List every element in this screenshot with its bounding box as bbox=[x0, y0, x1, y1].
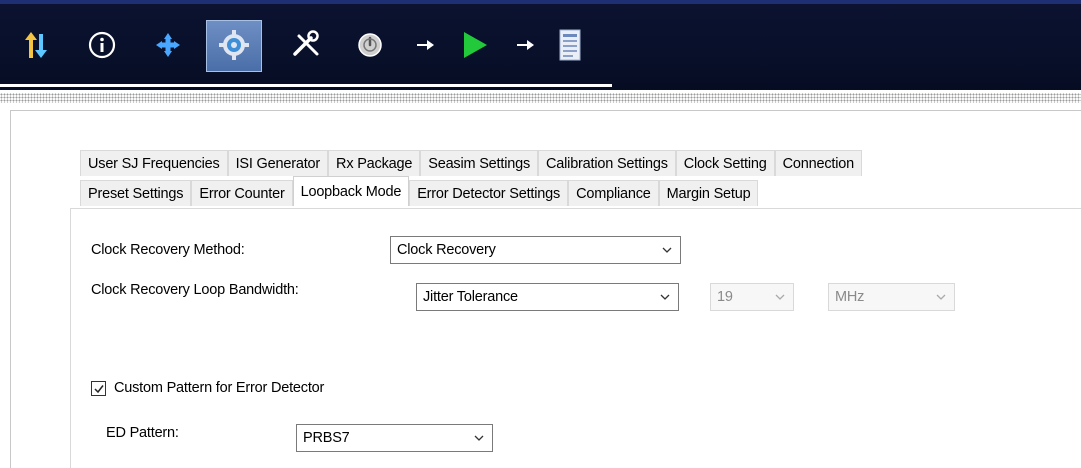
tab-row-2: Preset Settings Error Counter Loopback M… bbox=[80, 176, 759, 206]
tab-error-counter[interactable]: Error Counter bbox=[191, 180, 293, 206]
tab-compliance[interactable]: Compliance bbox=[568, 180, 659, 206]
move-icon[interactable] bbox=[146, 20, 190, 70]
power-icon[interactable] bbox=[350, 20, 390, 70]
play-icon[interactable] bbox=[452, 20, 496, 70]
toolbar-underline bbox=[0, 84, 612, 87]
ed-pattern-value: PRBS7 bbox=[303, 430, 350, 446]
toolbar-top-strip bbox=[0, 0, 1081, 4]
tab-loopback-mode[interactable]: Loopback Mode bbox=[292, 176, 410, 206]
chevron-down-icon bbox=[662, 247, 672, 253]
report-icon[interactable] bbox=[552, 20, 588, 70]
ed-pattern-select[interactable]: PRBS7 bbox=[296, 424, 493, 452]
loop-bandwidth-value: Jitter Tolerance bbox=[423, 289, 518, 305]
custom-pattern-label[interactable]: Custom Pattern for Error Detector bbox=[114, 380, 324, 396]
grip-dots bbox=[0, 93, 1081, 103]
tab-margin-setup[interactable]: Margin Setup bbox=[658, 180, 759, 206]
bandwidth-unit-select: MHz bbox=[828, 283, 955, 311]
splitter-grip[interactable] bbox=[0, 90, 1081, 110]
transfer-arrows-icon[interactable] bbox=[16, 20, 56, 70]
loop-bandwidth-label: Clock Recovery Loop Bandwidth: bbox=[91, 282, 299, 298]
tab-isi-generator[interactable]: ISI Generator bbox=[227, 150, 329, 176]
info-icon[interactable] bbox=[82, 20, 122, 70]
clock-recovery-method-select[interactable]: Clock Recovery bbox=[390, 236, 681, 264]
tab-preset-settings[interactable]: Preset Settings bbox=[80, 180, 192, 206]
chevron-down-icon bbox=[775, 294, 785, 300]
bandwidth-unit-value: MHz bbox=[835, 289, 865, 305]
chevron-down-icon bbox=[474, 435, 484, 441]
gear-icon[interactable] bbox=[206, 20, 262, 70]
arrow-right-icon bbox=[512, 20, 540, 70]
bandwidth-number-select: 19 bbox=[710, 283, 794, 311]
tab-connection[interactable]: Connection bbox=[774, 150, 862, 176]
loop-bandwidth-select[interactable]: Jitter Tolerance bbox=[416, 283, 679, 311]
main-toolbar bbox=[0, 0, 1081, 90]
custom-pattern-checkbox[interactable] bbox=[91, 381, 106, 396]
tab-seasim-settings[interactable]: Seasim Settings bbox=[420, 150, 539, 176]
chevron-down-icon bbox=[660, 294, 670, 300]
tab-clock-setting[interactable]: Clock Setting bbox=[675, 150, 775, 176]
clock-recovery-method-label: Clock Recovery Method: bbox=[91, 242, 245, 258]
ed-pattern-label: ED Pattern: bbox=[106, 425, 179, 441]
tab-row-1: User SJ Frequencies ISI Generator Rx Pac… bbox=[80, 150, 862, 176]
tab-rx-package[interactable]: Rx Package bbox=[328, 150, 421, 176]
clock-recovery-method-value: Clock Recovery bbox=[397, 242, 496, 258]
tab-calibration-settings[interactable]: Calibration Settings bbox=[538, 150, 676, 176]
checkmark-icon bbox=[93, 384, 104, 393]
chevron-down-icon bbox=[936, 294, 946, 300]
tools-icon[interactable] bbox=[284, 20, 328, 70]
tab-error-detector-settings[interactable]: Error Detector Settings bbox=[409, 180, 569, 206]
bandwidth-number-value: 19 bbox=[717, 289, 733, 305]
arrow-right-icon bbox=[412, 20, 440, 70]
tab-user-sj-frequencies[interactable]: User SJ Frequencies bbox=[80, 150, 228, 176]
